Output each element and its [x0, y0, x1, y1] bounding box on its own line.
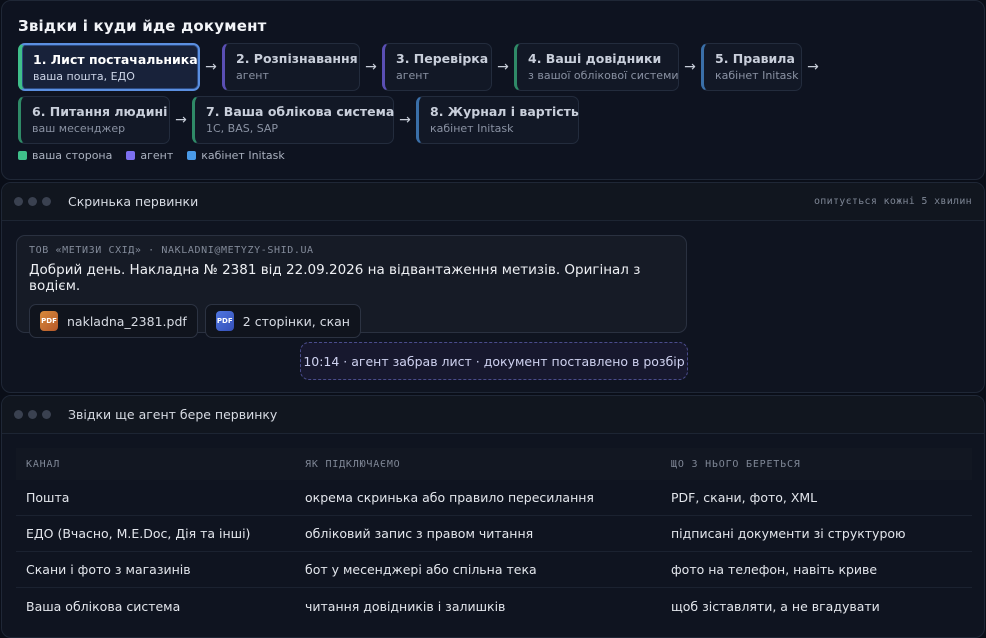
cell-content: фото на телефон, навіть криве [671, 562, 878, 577]
window-dot-icon[interactable] [42, 410, 51, 419]
arrow-right-icon: → [807, 59, 819, 75]
window-controls [14, 197, 56, 206]
step-subtitle: кабінет Initask [715, 69, 799, 82]
legend-label: кабінет Initask [201, 149, 285, 162]
arrow-right-icon: → [365, 59, 377, 75]
legend-swatch [18, 151, 27, 160]
cell-connection: бот у месенджері або спільна тека [305, 562, 537, 577]
step-subtitle: ваша пошта, ЕДО [33, 70, 135, 83]
polling-interval: опитується кожні 5 хвилин [813, 196, 972, 207]
sources-window: Звідки ще агент бере первинку КАНАЛ ЯК П… [1, 395, 985, 638]
cell-connection: обліковий запис з правом читання [305, 526, 534, 541]
sources-table: КАНАЛ ЯК ПІДКЛЮЧАЄМО ЩО З НЬОГО БЕРЕТЬСЯ… [16, 448, 972, 624]
cell-channel: ЕДО (Вчасно, M.E.Doc, Дія та інші) [26, 526, 251, 541]
cell-connection: читання довідників і залишків [305, 598, 506, 614]
agent-status-message: 10:14 · агент забрав лист · документ пос… [300, 342, 688, 380]
pdf-file-icon: PDF [215, 311, 234, 331]
step-subtitle: агент [236, 69, 269, 82]
window-title: Скринька первинки [68, 194, 199, 209]
arrow-right-icon: → [175, 112, 187, 128]
legend-label: ваша сторона [32, 149, 113, 162]
step-subtitle: агент [396, 69, 429, 82]
table-row: Скани і фото з магазинів бот у месенджер… [16, 552, 972, 588]
cell-channel: Ваша облікова система [26, 598, 181, 614]
legend-swatch [187, 151, 197, 160]
flow-row-1: 1. Лист постачальника ваша пошта, ЕДО → … [18, 43, 968, 91]
attachment-label: nakladna_2381.pdf [67, 313, 187, 329]
legend-label: агент [140, 149, 174, 162]
attachment-label: 2 сторінки, скан [242, 313, 350, 329]
email-sender: ТОВ «МЕТИЗИ СХІД» · NAKLADNI@METYZY-SHID… [29, 245, 314, 256]
window-dot-icon[interactable] [28, 197, 37, 206]
step-subtitle: ваш месенджер [32, 122, 126, 135]
flow-step-rules[interactable]: 5. Правила кабінет Initask [701, 43, 802, 91]
column-header-content: ЩО З НЬОГО БЕРЕТЬСЯ [671, 458, 801, 470]
window-header: Звідки ще агент бере первинку [2, 396, 984, 434]
legend-item-agent: агент [126, 149, 173, 162]
legend-item-initask-cabinet: кабінет Initask [187, 149, 285, 162]
flow-row-2: 6. Питання людині ваш месенджер → 7. Ваш… [18, 96, 968, 144]
flow-step-human-question[interactable]: 6. Питання людині ваш месенджер [18, 96, 170, 144]
step-title: 4. Ваші довідники [528, 51, 662, 66]
arrow-right-icon: → [497, 59, 509, 75]
step-title: 1. Лист постачальника [33, 52, 198, 67]
flow-step-accounting-system[interactable]: 7. Ваша облікова система 1С, BAS, SAP [192, 96, 394, 144]
attachments: PDF nakladna_2381.pdf PDF 2 сторінки, ск… [29, 304, 674, 338]
flow-step-supplier-letter[interactable]: 1. Лист постачальника ваша пошта, ЕДО [18, 43, 200, 91]
flow-title: Звідки і куди йде документ [18, 17, 267, 35]
cell-connection: окрема скринька або правило пересилання [305, 490, 594, 505]
attachment-scan-info[interactable]: PDF 2 сторінки, скан [204, 304, 361, 338]
legend-item-your-side: ваша сторона [18, 149, 112, 162]
window-dot-icon[interactable] [14, 410, 23, 419]
email-message[interactable]: ТОВ «МЕТИЗИ СХІД» · NAKLADNI@METYZY-SHID… [16, 235, 687, 338]
table-header: КАНАЛ ЯК ПІДКЛЮЧАЄМО ЩО З НЬОГО БЕРЕТЬСЯ [16, 448, 972, 480]
window-dot-icon[interactable] [28, 410, 37, 419]
table-row: Пошта окрема скринька або правило переси… [16, 480, 972, 516]
step-title: 2. Розпізнавання [236, 51, 358, 66]
column-header-channel: КАНАЛ [26, 458, 61, 470]
column-header-connection: ЯК ПІДКЛЮЧАЄМО [305, 458, 401, 470]
attachment-pdf-file[interactable]: PDF nakladna_2381.pdf [29, 304, 198, 338]
cell-content: щоб зіставляти, а не вгадувати [671, 598, 880, 614]
step-title: 6. Питання людині [32, 104, 168, 119]
step-title: 5. Правила [715, 51, 795, 66]
flow-step-verification[interactable]: 3. Перевірка агент [382, 43, 492, 91]
window-controls [14, 410, 56, 419]
table-row: ЕДО (Вчасно, M.E.Doc, Дія та інші) облік… [16, 516, 972, 552]
step-title: 3. Перевірка [396, 51, 489, 66]
arrow-right-icon: → [399, 112, 411, 128]
cell-channel: Пошта [26, 490, 70, 505]
cell-content: PDF, скани, фото, XML [671, 490, 818, 505]
flow-step-journal-cost[interactable]: 8. Журнал і вартість кабінет Initask [416, 96, 579, 144]
flow-step-directories[interactable]: 4. Ваші довідники з вашої облікової сист… [514, 43, 679, 91]
window-header: Скринька первинки опитується кожні 5 хви… [2, 183, 984, 221]
email-body: Добрий день. Накладна № 2381 від 22.09.2… [29, 262, 641, 294]
legend-swatch [126, 151, 136, 160]
document-flow-panel: Звідки і куди йде документ 1. Лист поста… [1, 0, 985, 180]
step-title: 7. Ваша облікова система [206, 104, 395, 119]
step-title: 8. Журнал і вартість [430, 104, 579, 119]
flow-legend: ваша сторона агент кабінет Initask [18, 149, 968, 162]
cell-content: підписані документи зі структурою [671, 526, 906, 541]
step-subtitle: з вашої облікової системи [528, 69, 679, 82]
arrow-right-icon: → [205, 59, 217, 75]
pdf-file-icon: PDF [40, 311, 58, 331]
step-subtitle: кабінет Initask [430, 122, 514, 135]
window-dot-icon[interactable] [42, 197, 51, 206]
window-title: Звідки ще агент бере первинку [68, 407, 278, 422]
inbox-window: Скринька первинки опитується кожні 5 хви… [1, 182, 985, 393]
cell-channel: Скани і фото з магазинів [26, 562, 191, 577]
flow-step-recognition[interactable]: 2. Розпізнавання агент [222, 43, 360, 91]
arrow-right-icon: → [684, 59, 696, 75]
step-subtitle: 1С, BAS, SAP [206, 122, 279, 135]
table-row: Ваша облікова система читання довідників… [16, 588, 972, 624]
window-dot-icon[interactable] [14, 197, 23, 206]
